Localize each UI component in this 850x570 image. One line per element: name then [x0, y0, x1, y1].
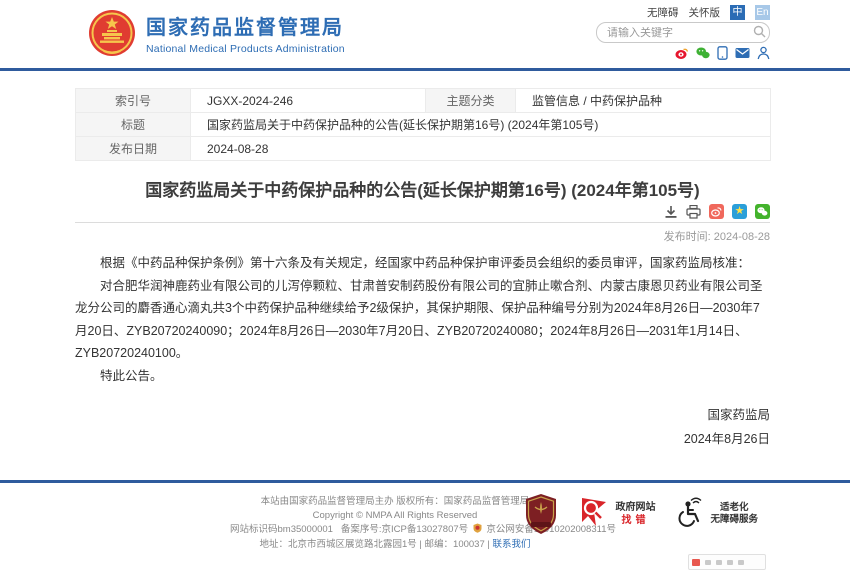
national-emblem-icon [88, 9, 136, 62]
date-label: 发布日期 [76, 137, 191, 161]
magnifier-flag-icon [580, 496, 610, 533]
weibo-icon[interactable] [675, 46, 689, 60]
weibo-share-icon[interactable] [709, 204, 724, 219]
lang-en-button[interactable]: En [755, 5, 770, 20]
footer-badges: 政府网站 找错 适老化 无障碍服务 [524, 493, 758, 535]
footer-icp[interactable]: 备案序号:京ICP备13027807号 [341, 524, 468, 535]
article-toolbar: ★ [75, 204, 770, 219]
publish-time-value: 2024-08-28 [714, 231, 770, 243]
signature-org: 国家药监局 [75, 404, 784, 423]
police-badge-icon [473, 523, 482, 538]
footer-line-address: 地址：北京市西城区展览路北露园1号 | 邮编：100037 | 联系我们 [230, 538, 560, 552]
table-row: 索引号 JGXX-2024-246 主题分类 监管信息 / 中药保护品种 [76, 89, 771, 113]
site-header: 国家药品监督管理局 National Medical Products Admi… [0, 0, 850, 68]
gov-site-error-badge[interactable]: 政府网站 找错 [580, 496, 655, 533]
topic-label: 主题分类 [426, 89, 516, 113]
footer-line-registration: 网站标识码bm35000001 备案序号:京ICP备13027807号 京公网安… [230, 523, 560, 538]
search-box [596, 22, 770, 43]
table-row: 发布日期 2024-08-28 [76, 137, 771, 161]
footer-line-host: 本站由国家药品监督管理局主办 版权所有：国家药品监督管理局 [230, 495, 560, 509]
site-logo[interactable]: 国家药品监督管理局 National Medical Products Admi… [88, 9, 345, 62]
table-row: 标题 国家药监局关于中药保护品种的公告(延长保护期第16号) (2024年第10… [76, 113, 771, 137]
wechat-icon[interactable] [696, 46, 710, 60]
site-title-cn: 国家药品监督管理局 [146, 16, 345, 40]
title-value: 国家药监局关于中药保护品种的公告(延长保护期第16号) (2024年第105号) [191, 113, 771, 137]
search-input[interactable] [597, 27, 753, 39]
footer-address: 地址：北京市西城区展览路北露园1号 | 邮编：100037 | [260, 539, 490, 550]
toolbar-divider [75, 222, 770, 223]
paragraph: 对合肥华润神鹿药业有限公司的儿泻停颗粒、甘肃普安制药股份有限公司的宜肺止嗽合剂、… [75, 275, 770, 365]
search-button[interactable] [753, 25, 766, 41]
paragraph: 特此公告。 [75, 365, 770, 388]
wheelchair-icon [677, 497, 705, 532]
care-mode-link[interactable]: 关怀版 [689, 5, 721, 20]
signature-date: 2024年8月26日 [75, 428, 776, 447]
article-title: 国家药监局关于中药保护品种的公告(延长保护期第16号) (2024年第105号) [75, 176, 770, 201]
mobile-icon[interactable] [717, 46, 728, 60]
site-title-en: National Medical Products Administration [146, 43, 345, 55]
toolbar-red-icon [692, 559, 700, 566]
paragraph: 根据《中药品种保护条例》第十六条及有关规定，经国家中药品种保护审评委员会组织的委… [75, 252, 770, 275]
topic-value: 监管信息 / 中药保护品种 [516, 89, 771, 113]
publish-time: 发布时间: 2024-08-28 [75, 228, 770, 244]
document-meta-table: 索引号 JGXX-2024-246 主题分类 监管信息 / 中药保护品种 标题 … [75, 88, 771, 161]
top-utility-bar: 无障碍 关怀版 中 En [647, 5, 770, 20]
a11y-label-2: 无障碍服务 [710, 514, 758, 526]
lang-cn-button[interactable]: 中 [730, 5, 745, 20]
index-label: 索引号 [76, 89, 191, 113]
shield-badge-icon[interactable] [524, 493, 558, 535]
qzone-star-icon[interactable]: ★ [732, 204, 747, 219]
index-value: JGXX-2024-246 [191, 89, 426, 113]
floating-toolbar-partial[interactable] [688, 554, 766, 570]
date-value: 2024-08-28 [191, 137, 771, 161]
user-icon[interactable] [757, 46, 770, 60]
a11y-label-1: 适老化 [710, 502, 758, 514]
header-divider [0, 68, 850, 71]
search-icon [753, 26, 766, 41]
footer-site-id: 网站标识码bm35000001 [230, 524, 333, 535]
gov-error-label-2: 找错 [615, 514, 655, 527]
wechat-share-icon[interactable] [755, 204, 770, 219]
header-social-icons [675, 46, 770, 60]
title-label: 标题 [76, 113, 191, 137]
footer-line-copyright: Copyright © NMPA All Rights Reserved [230, 509, 560, 523]
download-icon[interactable] [664, 205, 678, 219]
print-icon[interactable] [686, 205, 701, 219]
publish-time-label: 发布时间: [664, 231, 711, 243]
accessibility-service-badge[interactable]: 适老化 无障碍服务 [677, 497, 758, 532]
gov-error-label-1: 政府网站 [615, 501, 655, 514]
accessibility-link[interactable]: 无障碍 [647, 5, 679, 20]
contact-us-link[interactable]: 联系我们 [492, 539, 530, 550]
footer-text-block: 本站由国家药品监督管理局主办 版权所有：国家药品监督管理局 Copyright … [230, 495, 560, 552]
article-body: 根据《中药品种保护条例》第十六条及有关规定，经国家中药品种保护审评委员会组织的委… [75, 252, 770, 387]
mail-icon[interactable] [735, 47, 750, 59]
